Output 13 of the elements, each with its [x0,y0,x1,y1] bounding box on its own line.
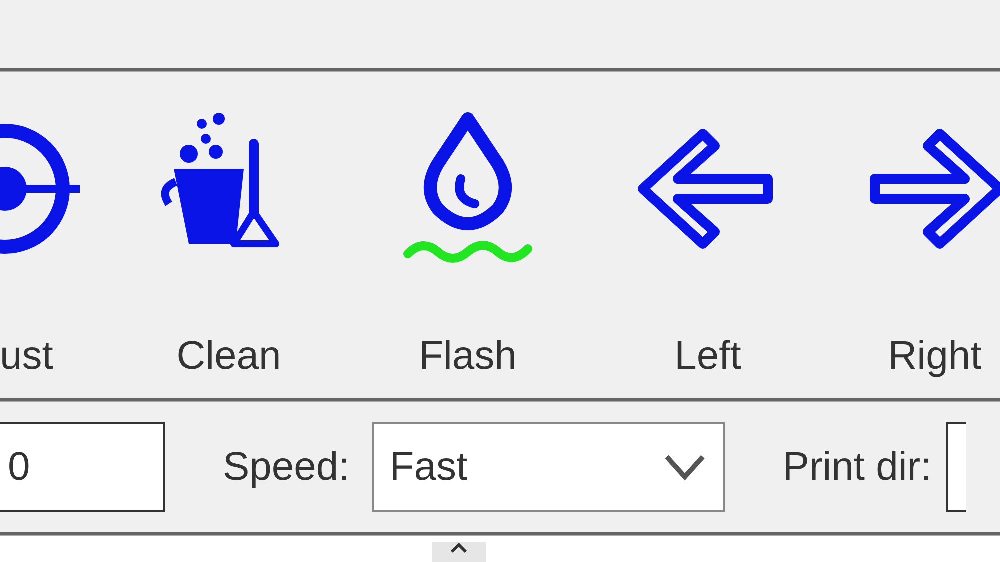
chevron-icon [662,453,707,481]
caret-icon [449,542,469,554]
toolbar-button[interactable]: Clean [110,72,348,398]
toolbar-button[interactable]: ust [0,72,110,398]
print-direction-label: Print dir: [782,444,932,491]
print-direction-field[interactable] [946,422,966,512]
toolbar-button[interactable]: Flash [348,72,588,398]
toolbar-button[interactable]: Left [588,72,828,398]
speed-label: Speed: [223,444,350,491]
toolbar-button[interactable]: Right [828,72,1000,398]
collapse-button[interactable] [432,542,486,562]
input-field[interactable]: 0 [0,422,165,512]
speed-dropdown[interactable]: Fast [372,422,725,512]
